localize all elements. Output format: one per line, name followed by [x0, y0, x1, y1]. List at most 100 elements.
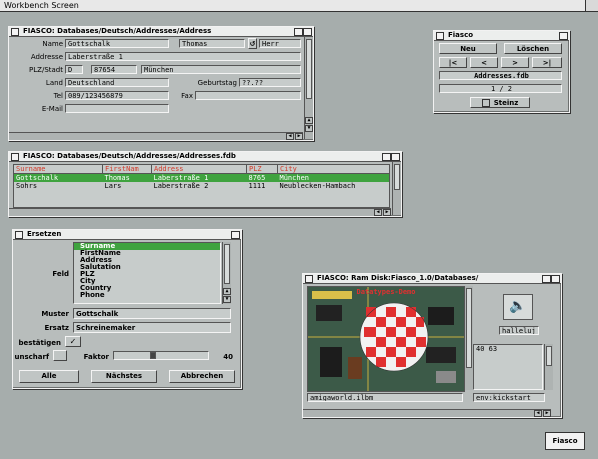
scroll-left-icon[interactable]: ◀ [286, 133, 294, 140]
scroll-up-icon[interactable]: ▲ [223, 288, 231, 295]
search-pattern-input[interactable]: Gottschalk [73, 308, 231, 319]
replacement-input[interactable]: Schreinemaker [73, 322, 231, 333]
fax-field[interactable] [195, 91, 301, 100]
image-caption: amigaworld.ilbm [307, 393, 463, 402]
vertical-scrollbar[interactable]: ▲ ▼ [304, 37, 313, 139]
close-gadget-icon[interactable] [305, 275, 313, 283]
field-list-scrollbar[interactable]: ▲ ▼ [222, 242, 231, 304]
scroll-knob[interactable] [466, 288, 472, 368]
screen-title-bar[interactable]: Workbench Screen [0, 0, 598, 12]
zoom-gadget-icon[interactable] [294, 28, 303, 36]
demo-window-titlebar[interactable]: FIASCO: Ram Disk:Fiasco_1.0/Databases/ [303, 274, 561, 284]
first-record-button[interactable]: |< [439, 57, 467, 68]
depth-gadget-icon[interactable] [391, 153, 400, 161]
depth-gadget-icon[interactable] [303, 28, 312, 36]
stop-button[interactable]: Steinz [470, 97, 530, 108]
scroll-knob[interactable] [306, 39, 312, 99]
column-header[interactable]: Address [151, 165, 247, 174]
close-gadget-icon[interactable] [436, 32, 444, 40]
sound-datatype[interactable]: 🔈 [503, 294, 533, 320]
email-label: E-Mail [41, 105, 63, 113]
scroll-down-icon[interactable]: ▼ [305, 125, 313, 132]
demo-window[interactable]: FIASCO: Ram Disk:Fiasco_1.0/Databases/ D… [302, 273, 562, 418]
text-value: 40 63 [476, 345, 498, 353]
city-field[interactable]: München [141, 65, 301, 74]
column-header[interactable]: City [278, 165, 390, 174]
column-header[interactable]: Surname [14, 165, 103, 174]
tel-field[interactable]: 089/123456879 [65, 91, 169, 100]
replace-all-button[interactable]: Alle [19, 370, 79, 383]
factor-slider[interactable] [113, 351, 209, 360]
address-window[interactable]: FIASCO: Databases/Deutsch/Addresses/Addr… [8, 26, 314, 141]
control-window-titlebar[interactable]: Fiasco [434, 31, 569, 41]
scroll-left-icon[interactable]: ◀ [374, 209, 382, 216]
scroll-knob[interactable] [224, 244, 230, 284]
table-row[interactable]: Sohrs Lars Laberstraße 2 1111 Neublecken… [14, 182, 389, 190]
firstname-field[interactable]: Thomas [179, 39, 245, 48]
replace-window-titlebar[interactable]: Ersetzen [13, 230, 241, 240]
close-gadget-icon[interactable] [11, 28, 19, 36]
fiasco-desktop-icon[interactable]: Fiasco [545, 432, 585, 454]
scroll-left-icon[interactable]: ◀ [534, 410, 542, 417]
street-field[interactable]: Laberstraße 1 [65, 52, 301, 61]
field-listview[interactable]: Surname FirstName Address Salutation PLZ… [73, 242, 221, 304]
list-window[interactable]: FIASCO: Databases/Deutsch/Addresses/Addr… [8, 151, 402, 217]
scroll-right-icon[interactable]: ▶ [383, 209, 391, 216]
title-cycle-icon[interactable]: ↺ [248, 38, 257, 49]
window-title: FIASCO: Databases/Deutsch/Addresses/Addr… [23, 27, 212, 35]
column-header[interactable]: PLZ [246, 165, 278, 174]
scroll-down-icon[interactable]: ▼ [223, 296, 231, 303]
table-cell: Gottschalk [16, 174, 59, 182]
horizontal-scrollbar[interactable]: ◀ ▶ [303, 409, 551, 417]
screen-depth-gadget[interactable] [585, 0, 598, 11]
birthday-field[interactable]: ??.?? [239, 78, 301, 87]
vertical-scrollbar[interactable] [392, 162, 401, 215]
previous-record-button[interactable]: < [470, 57, 498, 68]
table-header-row: Surname FirstNam Address PLZ City [14, 165, 389, 174]
scroll-right-icon[interactable]: ▶ [543, 410, 551, 417]
delete-button[interactable]: Löschen [504, 43, 562, 54]
depth-gadget-icon[interactable] [231, 231, 240, 239]
zoom-gadget-icon[interactable] [542, 275, 551, 283]
close-gadget-icon[interactable] [11, 153, 19, 161]
list-item[interactable]: Phone [74, 292, 220, 299]
scroll-right-icon[interactable]: ▶ [295, 133, 303, 140]
next-record-button[interactable]: > [501, 57, 529, 68]
zoom-gadget-icon[interactable] [382, 153, 391, 161]
text-scrollbar[interactable] [544, 344, 553, 390]
surname-field[interactable]: Gottschalk [65, 39, 169, 48]
depth-gadget-icon[interactable] [559, 32, 568, 40]
last-record-button[interactable]: >| [532, 57, 562, 68]
control-window[interactable]: Fiasco Neu Löschen |< < > >| Addresses.f… [433, 30, 570, 113]
horizontal-scrollbar[interactable]: ◀ ▶ [9, 208, 391, 216]
window-title: Fiasco [448, 31, 474, 39]
slider-knob[interactable] [150, 352, 156, 359]
table-row[interactable]: Gottschalk Thomas Laberstraße 1 8765 Mün… [14, 173, 389, 182]
country-field[interactable]: Deutschland [65, 78, 169, 87]
address-window-titlebar[interactable]: FIASCO: Databases/Deutsch/Addresses/Addr… [9, 27, 313, 37]
fuzzy-checkbox[interactable] [53, 350, 67, 361]
list-item[interactable]: PLZ [74, 271, 220, 278]
scroll-up-icon[interactable]: ▲ [305, 117, 313, 124]
title-field[interactable]: Herr [259, 39, 301, 48]
window-title: Ersetzen [27, 230, 62, 238]
country-code-field[interactable]: D [65, 65, 83, 74]
text-datatype[interactable]: 40 63 [473, 344, 543, 390]
cancel-button[interactable]: Abbrechen [169, 370, 235, 383]
list-item[interactable]: Salutation [74, 264, 220, 271]
scroll-knob[interactable] [394, 164, 400, 190]
depth-gadget-icon[interactable] [551, 275, 560, 283]
new-button[interactable]: Neu [439, 43, 497, 54]
horizontal-scrollbar[interactable]: ◀ ▶ [9, 132, 303, 140]
close-gadget-icon[interactable] [15, 231, 23, 239]
plz-field[interactable]: 87654 [91, 65, 137, 74]
table-cell: Laberstraße 1 [153, 174, 209, 182]
email-field[interactable] [65, 104, 169, 113]
scroll-knob[interactable] [546, 346, 552, 366]
confirm-checkbox[interactable]: ✓ [65, 336, 81, 347]
image-scrollbar[interactable] [464, 286, 473, 390]
replace-window[interactable]: Ersetzen Feld Surname FirstName Address … [12, 229, 242, 389]
column-header[interactable]: FirstNam [102, 165, 152, 174]
list-window-titlebar[interactable]: FIASCO: Databases/Deutsch/Addresses/Addr… [9, 152, 401, 162]
next-button[interactable]: Nächstes [91, 370, 157, 383]
